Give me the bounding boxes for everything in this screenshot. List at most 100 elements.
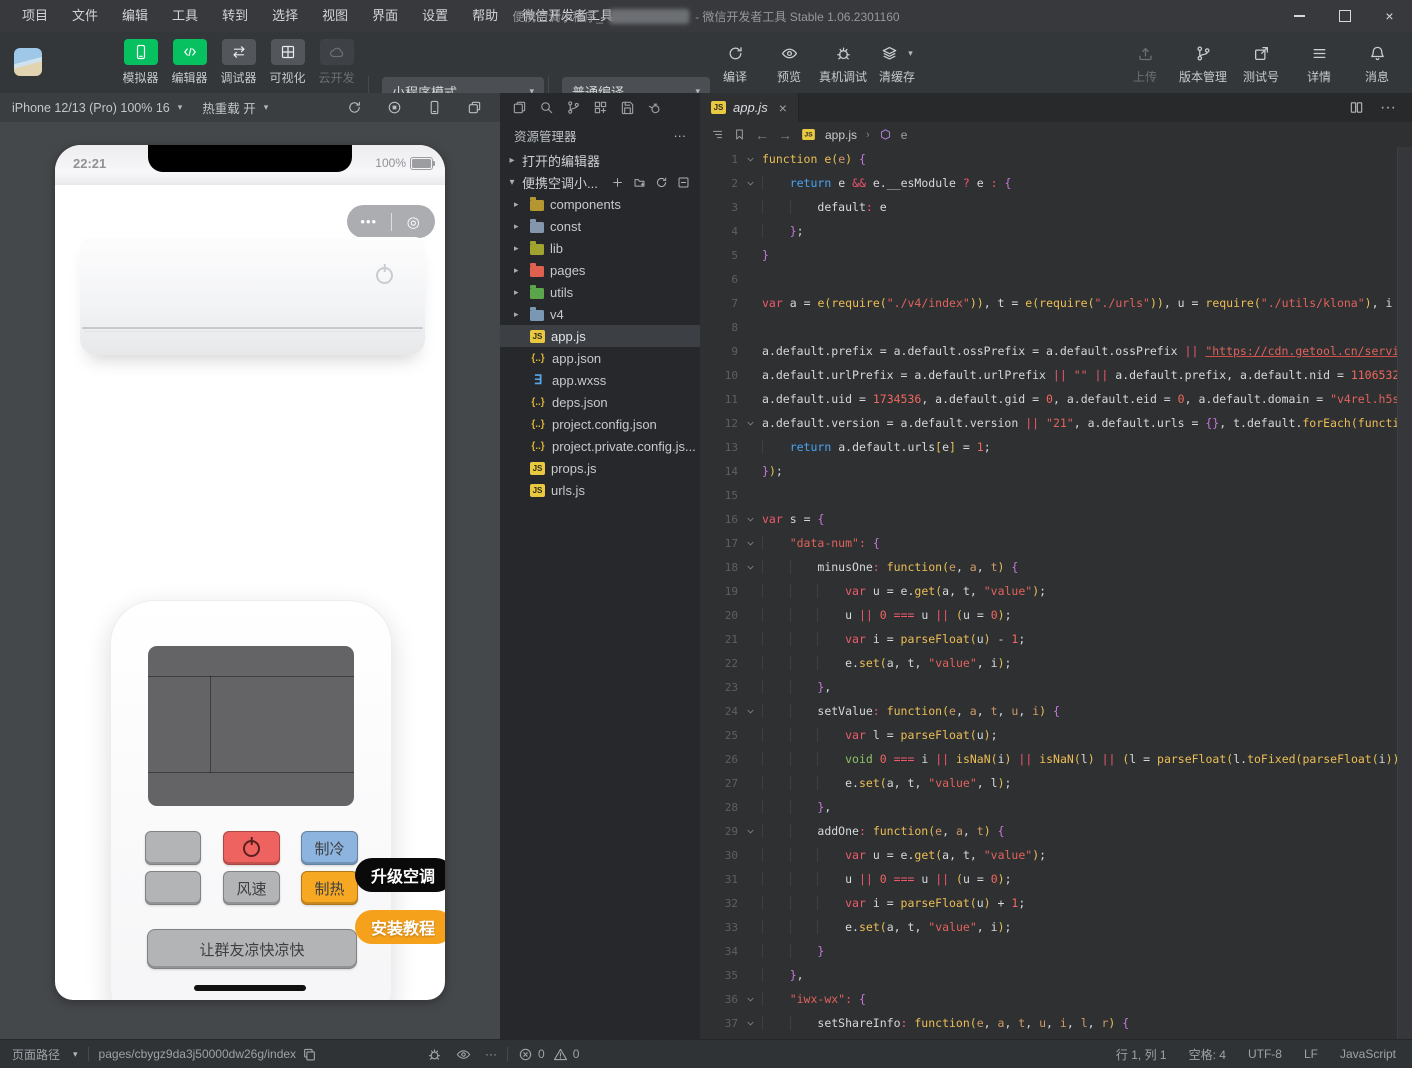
- menu-item-转到[interactable]: 转到: [210, 0, 260, 32]
- menu-item-视图[interactable]: 视图: [310, 0, 360, 32]
- remote-share-button[interactable]: 让群友凉快凉快: [147, 929, 357, 969]
- toolbar-编辑器-button[interactable]: 编辑器: [165, 39, 214, 86]
- tree-file-app.wxss[interactable]: ∃app.wxss: [500, 369, 700, 391]
- toolbar-调试器-button[interactable]: 调试器: [214, 39, 263, 86]
- tree-folder-components[interactable]: ▸components: [500, 193, 700, 215]
- fold-icon[interactable]: [738, 819, 762, 843]
- remote-blank-button[interactable]: [145, 871, 201, 905]
- menu-item-选择[interactable]: 选择: [260, 0, 310, 32]
- fold-icon[interactable]: [738, 699, 762, 723]
- copy-icon[interactable]: [302, 1047, 317, 1062]
- toolbar-预览-button[interactable]: 预览: [764, 43, 814, 85]
- fold-icon[interactable]: [738, 987, 762, 1011]
- files-icon[interactable]: [512, 100, 527, 115]
- more-icon[interactable]: ···: [485, 1047, 497, 1061]
- fold-icon[interactable]: [738, 507, 762, 531]
- statusbar-item[interactable]: LF: [1304, 1046, 1318, 1063]
- tree-folder-lib[interactable]: ▸lib: [500, 237, 700, 259]
- menu-item-帮助[interactable]: 帮助: [460, 0, 510, 32]
- maximize-button[interactable]: [1322, 0, 1367, 32]
- tree-file-app.json[interactable]: {..}app.json: [500, 347, 700, 369]
- refresh-icon[interactable]: [347, 100, 362, 115]
- error-count[interactable]: 0: [518, 1047, 545, 1062]
- new-folder-icon[interactable]: [633, 176, 646, 189]
- code-area[interactable]: 1function e(e) {2 return e && e.__esModu…: [700, 147, 1398, 1040]
- tree-file-app.js[interactable]: JSapp.js: [500, 325, 700, 347]
- capsule-close-button[interactable]: ◎: [392, 213, 436, 231]
- open-editors-section[interactable]: ▸ 打开的编辑器: [500, 149, 700, 171]
- phone-icon[interactable]: [427, 100, 442, 115]
- fold-icon[interactable]: [738, 531, 762, 555]
- branch-icon[interactable]: [566, 100, 581, 115]
- avatar[interactable]: [14, 48, 42, 76]
- remote-fan-button[interactable]: 风速: [223, 871, 280, 905]
- toolbar-详情-button[interactable]: 详情: [1294, 43, 1344, 85]
- more-icon[interactable]: ···: [1380, 99, 1396, 117]
- remote-heat-button[interactable]: 制热: [301, 871, 358, 905]
- windows-icon[interactable]: [467, 100, 482, 115]
- menu-item-编辑[interactable]: 编辑: [110, 0, 160, 32]
- new-file-icon[interactable]: [611, 176, 624, 189]
- menu-item-设置[interactable]: 设置: [410, 0, 460, 32]
- tab-close-icon[interactable]: ×: [779, 100, 787, 116]
- collapse-all-icon[interactable]: [677, 176, 690, 189]
- teapot-icon[interactable]: [647, 100, 662, 115]
- warning-count[interactable]: 0: [553, 1047, 580, 1062]
- device-selector[interactable]: iPhone 12/13 (Pro) 100% 16 ▾: [12, 101, 182, 115]
- tree-file-deps.json[interactable]: {..}deps.json: [500, 391, 700, 413]
- tree-folder-const[interactable]: ▸const: [500, 215, 700, 237]
- breadcrumb-file[interactable]: app.js: [825, 128, 857, 142]
- capsule-more-button[interactable]: •••: [347, 214, 391, 229]
- debug-icon[interactable]: [427, 1047, 442, 1062]
- fold-icon[interactable]: [738, 147, 762, 171]
- editor-scrollbar[interactable]: [1397, 147, 1412, 1040]
- fold-icon[interactable]: [738, 555, 762, 579]
- breadcrumb-symbol[interactable]: e: [901, 128, 908, 142]
- fold-icon[interactable]: [738, 1011, 762, 1035]
- search-icon[interactable]: [539, 100, 554, 115]
- statusbar-item[interactable]: 行 1, 列 1: [1116, 1046, 1167, 1063]
- nav-back-icon[interactable]: ←: [755, 127, 769, 143]
- menu-item-文件[interactable]: 文件: [60, 0, 110, 32]
- tree-folder-v4[interactable]: ▸v4: [500, 303, 700, 325]
- save-icon[interactable]: [620, 100, 635, 115]
- refresh-icon[interactable]: [655, 176, 668, 189]
- split-editor-icon[interactable]: [1349, 100, 1364, 115]
- close-button[interactable]: ×: [1367, 0, 1412, 32]
- statusbar-item[interactable]: JavaScript: [1340, 1046, 1396, 1063]
- toolbar-可视化-button[interactable]: 可视化: [263, 39, 312, 86]
- tree-file-project.config.json[interactable]: {..}project.config.json: [500, 413, 700, 435]
- toolbar-模拟器-button[interactable]: 模拟器: [116, 39, 165, 86]
- tree-folder-pages[interactable]: ▸pages: [500, 259, 700, 281]
- toolbar-测试号-button[interactable]: 测试号: [1236, 43, 1286, 85]
- preview-icon[interactable]: [456, 1047, 471, 1062]
- bookmark-icon[interactable]: [733, 128, 746, 141]
- fold-icon[interactable]: [738, 411, 762, 435]
- record-icon[interactable]: [387, 100, 402, 115]
- tree-folder-utils[interactable]: ▸utils: [500, 281, 700, 303]
- fold-icon[interactable]: [738, 171, 762, 195]
- tree-file-urls.js[interactable]: JSurls.js: [500, 479, 700, 501]
- hot-reload-toggle[interactable]: 热重载 开 ▾: [202, 98, 268, 117]
- grid2-icon[interactable]: [593, 100, 608, 115]
- tutorial-pill-button[interactable]: 安装教程: [355, 910, 445, 944]
- toolbar-编译-button[interactable]: 编译: [710, 43, 760, 85]
- toolbar-消息-button[interactable]: 消息: [1352, 43, 1402, 85]
- remote-power-button[interactable]: [223, 831, 280, 865]
- statusbar-item[interactable]: UTF-8: [1248, 1046, 1282, 1063]
- remote-cool-button[interactable]: 制冷: [301, 831, 358, 865]
- statusbar-item[interactable]: 空格: 4: [1189, 1046, 1226, 1063]
- minimize-button[interactable]: [1277, 0, 1322, 32]
- remote-blank-button[interactable]: [145, 831, 201, 865]
- menu-item-工具[interactable]: 工具: [160, 0, 210, 32]
- menu-item-项目[interactable]: 项目: [10, 0, 60, 32]
- more-icon[interactable]: ···: [674, 129, 687, 143]
- page-path-dropdown[interactable]: 页面路径 ▾: [12, 1046, 78, 1063]
- toolbar-版本管理-button[interactable]: 版本管理: [1178, 43, 1228, 85]
- tab-app-js[interactable]: JS app.js ×: [700, 93, 799, 122]
- nav-forward-icon[interactable]: →: [778, 127, 792, 143]
- outline-icon[interactable]: [711, 128, 724, 141]
- tree-file-project.private.config.js...[interactable]: {..}project.private.config.js...: [500, 435, 700, 457]
- tree-file-props.js[interactable]: JSprops.js: [500, 457, 700, 479]
- toolbar-真机调试-button[interactable]: 真机调试: [818, 43, 868, 85]
